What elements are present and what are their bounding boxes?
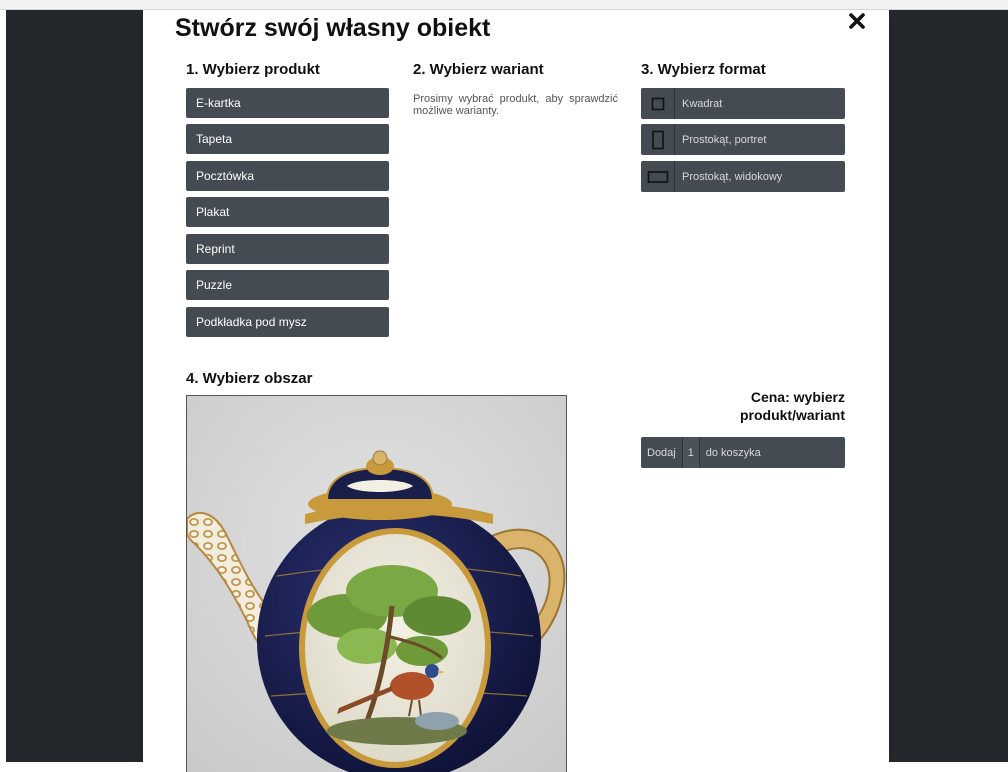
create-object-modal: Stwórz swój własny obiekt 1. Wybierz pro… <box>143 10 889 772</box>
step2-heading: 2. Wybierz wariant <box>413 61 544 78</box>
product-mousepad-button[interactable]: Podkładka pod mysz <box>186 307 389 337</box>
price-line-2: produkt/wariant <box>739 407 845 423</box>
product-reprint-button[interactable]: Reprint <box>186 234 389 264</box>
product-pocztowka-button[interactable]: Pocztówka <box>186 161 389 191</box>
format-portrait-button[interactable]: Prostokąt, portret <box>641 124 845 155</box>
overlay-right <box>889 10 1008 762</box>
add-to-cart-suffix[interactable]: do koszyka <box>700 437 761 468</box>
price-label: Cena: wybierz produkt/wariant <box>681 388 845 424</box>
product-e-kartka-button[interactable]: E-kartka <box>186 88 389 118</box>
step1-heading: 1. Wybierz produkt <box>186 61 320 78</box>
overlay-left <box>0 10 143 762</box>
add-to-cart-control: Dodaj 1 do koszyka <box>641 437 845 468</box>
product-puzzle-button[interactable]: Puzzle <box>186 270 389 300</box>
step3-heading: 3. Wybierz format <box>641 61 766 78</box>
format-square-button[interactable]: Kwadrat <box>641 88 845 119</box>
square-format-icon <box>651 97 664 110</box>
area-selection-image[interactable] <box>186 395 567 772</box>
modal-title: Stwórz swój własny obiekt <box>175 14 491 42</box>
price-line-1: Cena: wybierz <box>750 389 845 405</box>
product-tapeta-button[interactable]: Tapeta <box>186 124 389 154</box>
top-border <box>0 0 1008 10</box>
portrait-format-icon <box>651 130 664 149</box>
product-plakat-button[interactable]: Plakat <box>186 197 389 227</box>
variant-message: Prosimy wybrać produkt, aby sprawdzić mo… <box>413 93 618 117</box>
add-to-cart-button[interactable]: Dodaj <box>641 437 683 468</box>
format-label: Prostokąt, widokowy <box>682 170 783 183</box>
close-icon[interactable] <box>846 10 868 32</box>
landscape-format-icon <box>647 170 668 183</box>
format-label: Prostokąt, portret <box>682 133 767 146</box>
quantity-field[interactable]: 1 <box>682 437 700 468</box>
format-label: Kwadrat <box>682 97 723 110</box>
step4-heading: 4. Wybierz obszar <box>186 370 313 387</box>
format-landscape-button[interactable]: Prostokąt, widokowy <box>641 161 845 192</box>
teapot-image <box>187 396 566 772</box>
